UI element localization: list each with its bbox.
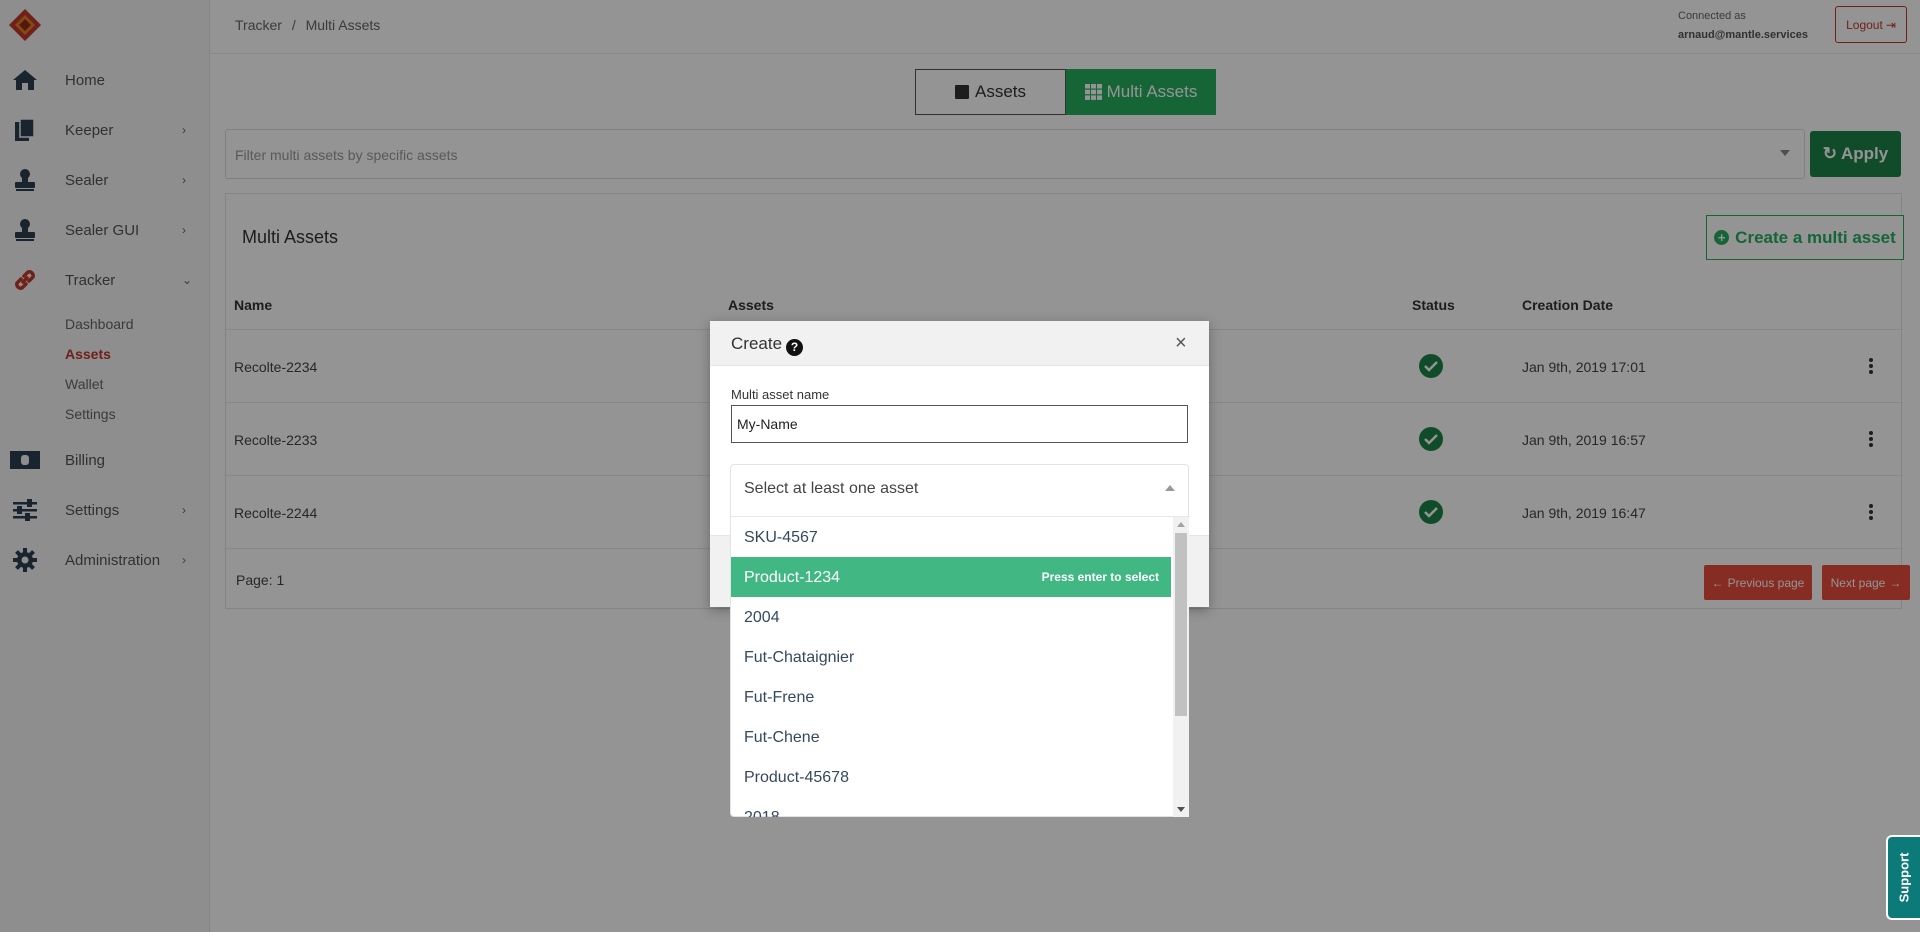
option-item[interactable]: 2018	[731, 797, 1171, 817]
multiselect-header[interactable]: Select at least one asset	[731, 465, 1190, 517]
multi-asset-name-input[interactable]	[731, 405, 1188, 443]
modal-title-text: Create	[731, 334, 783, 353]
scroll-up-icon[interactable]	[1177, 522, 1185, 527]
option-label: Product-1234	[744, 569, 841, 586]
close-icon[interactable]: ×	[1175, 332, 1187, 355]
scrollbar-thumb[interactable]	[1175, 533, 1187, 716]
multi-asset-name-label: Multi asset name	[731, 387, 830, 402]
option-item[interactable]: 2004	[731, 597, 1171, 637]
option-item[interactable]: Fut-Chene	[731, 717, 1171, 757]
option-item[interactable]: Product-45678	[731, 757, 1171, 797]
modal-title: Create?	[731, 334, 804, 356]
option-item[interactable]: SKU-4567	[731, 517, 1171, 557]
multiselect-placeholder: Select at least one asset	[744, 480, 919, 497]
support-tab[interactable]: Support	[1886, 835, 1920, 920]
options-scrollbar[interactable]	[1173, 517, 1189, 817]
multiselect-options: SKU-4567 Product-1234 Press enter to sel…	[731, 517, 1190, 817]
support-label: Support	[1896, 852, 1912, 903]
help-icon[interactable]: ?	[786, 338, 804, 356]
asset-multiselect[interactable]: Select at least one asset SKU-4567 Produ…	[730, 464, 1190, 817]
option-item-highlighted[interactable]: Product-1234 Press enter to select	[731, 557, 1171, 597]
caret-up-icon[interactable]	[1165, 485, 1175, 491]
modal-header: Create? ×	[710, 321, 1209, 366]
option-item[interactable]: Fut-Frene	[731, 677, 1171, 717]
select-hint: Press enter to select	[1041, 570, 1159, 584]
option-item[interactable]: Fut-Chataignier	[731, 637, 1171, 677]
scroll-down-icon[interactable]	[1177, 807, 1185, 812]
